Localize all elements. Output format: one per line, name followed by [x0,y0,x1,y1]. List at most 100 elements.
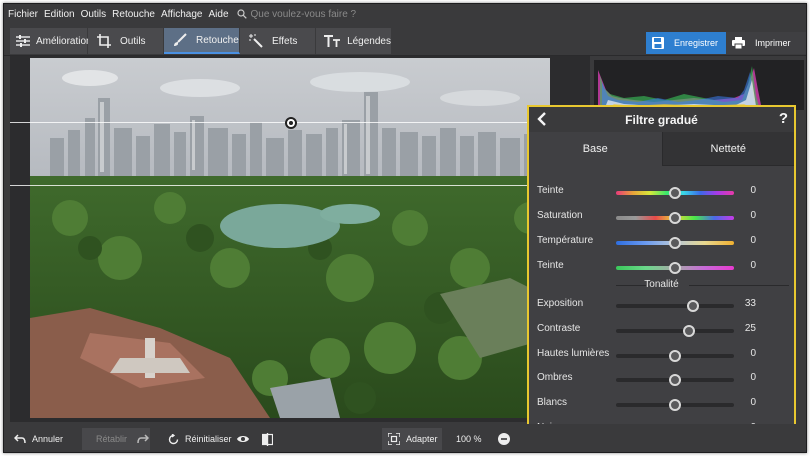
tab-retouche-label: Retouche [196,34,239,46]
reset-label: Réinitialiser [185,434,232,444]
menu-edition[interactable]: Edition [44,9,75,20]
zoom-out-icon [498,433,510,445]
tone-slider-row: Ombres 0 [529,369,794,389]
bottom-bar: Annuler Rétablir Réinitialiser Adapter 1… [4,424,806,452]
tone-slider-row: Exposition 33 [529,295,794,315]
fit-screen-icon [388,433,400,445]
save-button[interactable]: Enregistrer [646,32,726,54]
zoom-level: 100 % [456,434,482,444]
save-label: Enregistrer [674,38,719,48]
menu-search[interactable]: Que voulez-vous faire ? [236,8,357,20]
redo-button[interactable]: Rétablir [82,428,150,450]
slider-knob[interactable] [669,262,681,274]
preview-eye-button[interactable] [236,428,256,450]
print-label: Imprimer [755,38,791,48]
slider-knob[interactable] [669,399,681,412]
tone-slider-row: Blancs 0 [529,394,794,414]
menu-retouche[interactable]: Retouche [112,9,155,20]
slider-value: 0 [750,260,756,271]
gradient-line-top[interactable] [10,122,590,123]
color-slider-row: Teinte 0 [529,182,794,202]
tab-outils[interactable]: Outils [88,28,164,54]
color-slider-row: Saturation 0 [529,207,794,227]
slider-knob[interactable] [669,374,681,387]
menu-affichage[interactable]: Affichage [161,9,203,20]
slider-track[interactable] [616,328,734,333]
panel-header: Filtre gradué ? [529,107,794,132]
panel-tabs: Base Netteté [529,132,794,166]
tab-base[interactable]: Base [529,132,662,166]
search-placeholder: Que voulez-vous faire ? [250,8,357,20]
slider-label: Température [537,235,594,246]
save-icon [652,37,664,49]
panel-title: Filtre gradué [625,112,698,127]
slider-knob[interactable] [669,349,681,362]
search-icon [236,9,247,19]
tab-outils-label: Outils [120,35,146,47]
photo-city-park [30,58,550,418]
print-button[interactable]: Imprimer [726,32,806,54]
slider-knob[interactable] [669,187,681,199]
tab-legendes[interactable]: Légendes [316,28,392,54]
slider-knob[interactable] [683,324,696,337]
gradient-line-bottom[interactable] [10,185,590,186]
tone-slider-row: Hautes lumières 0 [529,345,794,365]
back-arrow-icon[interactable] [535,111,549,127]
slider-value: 25 [744,322,756,334]
graduated-filter-panel: Filtre gradué ? Base Netteté Teinte 0 Satu… [527,105,796,447]
slider-label: Ombres [537,372,573,384]
slider-value: 0 [750,185,756,196]
photo-canvas[interactable] [10,56,590,422]
slider-value: 0 [750,210,756,221]
slider-value: 0 [750,347,756,359]
menu-aide[interactable]: Aide [208,9,228,20]
slider-label: Contraste [537,322,581,334]
tab-nettete[interactable]: Netteté [661,132,794,166]
zoom-out-button[interactable] [498,428,514,450]
slider-label: Teinte [537,185,564,196]
undo-button[interactable]: Annuler [10,428,80,450]
compare-icon [262,432,273,446]
section-tonalite: Tonalité [644,279,679,290]
slider-label: Saturation [537,210,583,221]
histogram [594,60,804,110]
reset-icon [168,433,179,445]
sliders-icon [16,33,30,49]
slider-label: Hautes lumières [537,347,610,359]
color-slider-row: Teinte 0 [529,257,794,277]
undo-icon [14,434,26,444]
tab-amelioration-label: Amélioration [36,35,92,47]
divider-right [689,285,789,286]
gradient-center-handle[interactable] [285,117,297,129]
help-button[interactable]: ? [779,110,788,127]
slider-value: 33 [744,298,756,309]
tab-effets[interactable]: Effets [240,28,316,54]
fit-button[interactable]: Adapter [382,428,442,450]
slider-label: Exposition [537,298,584,309]
menu-fichier[interactable]: Fichier [8,9,38,20]
magic-wand-icon [246,33,266,49]
eye-icon [237,436,249,442]
slider-knob[interactable] [669,237,681,249]
slider-track[interactable] [616,304,734,308]
slider-value: 0 [750,235,756,246]
redo-label: Rétablir [96,434,128,444]
reset-button[interactable]: Réinitialiser [164,428,234,450]
menu-bar: Fichier Edition Outils Retouche Affichag… [4,4,806,24]
toolbar: Amélioration Outils Retouche Effets Lége… [4,24,806,56]
tab-amelioration[interactable]: Amélioration [10,28,92,54]
slider-knob[interactable] [686,300,699,312]
redo-icon [137,434,150,444]
tab-retouche[interactable]: Retouche [164,28,240,54]
slider-knob[interactable] [669,212,681,224]
tab-effets-label: Effets [272,35,298,47]
compare-button[interactable] [262,428,282,450]
undo-label: Annuler [32,434,64,444]
fit-label: Adapter [406,434,438,444]
text-icon [322,33,341,49]
color-slider-row: Température 0 [529,232,794,252]
menu-outils[interactable]: Outils [81,9,107,20]
slider-label: Teinte [537,260,564,271]
printer-icon [732,37,745,49]
tab-legendes-label: Légendes [347,35,391,47]
